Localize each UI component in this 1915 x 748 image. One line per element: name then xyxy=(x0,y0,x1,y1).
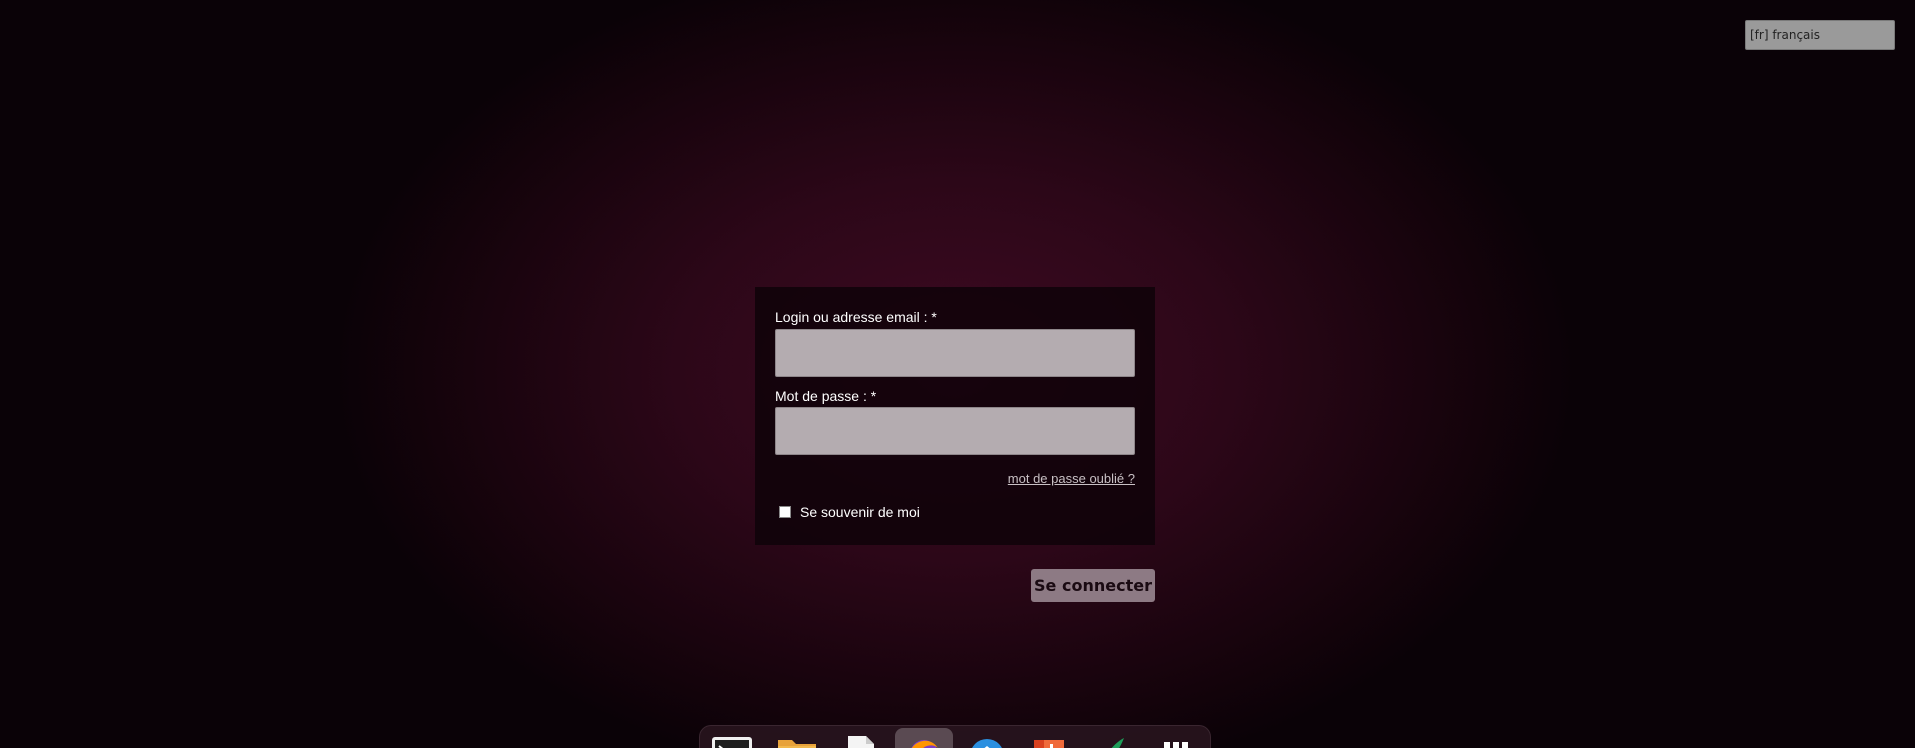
app-grid-icon[interactable] xyxy=(1156,734,1196,748)
remember-me-row[interactable]: Se souvenir de moi xyxy=(779,504,920,520)
taskbar-dock xyxy=(699,725,1211,748)
forgot-password-link[interactable]: mot de passe oublié ? xyxy=(1008,471,1135,486)
quill-icon[interactable] xyxy=(1092,734,1132,748)
thunderbird-icon[interactable] xyxy=(965,734,1009,748)
login-submit-button[interactable]: Se connecter xyxy=(1031,569,1155,602)
remember-me-label[interactable]: Se souvenir de moi xyxy=(800,504,920,520)
password-input[interactable] xyxy=(775,407,1135,455)
document-icon[interactable] xyxy=(840,734,880,748)
firefox-icon[interactable] xyxy=(904,734,944,748)
login-panel: Login ou adresse email : * Mot de passe … xyxy=(755,287,1155,545)
terminal-icon[interactable] xyxy=(710,734,754,748)
office-icon[interactable] xyxy=(1028,734,1072,748)
login-email-input[interactable] xyxy=(775,329,1135,377)
folder-icon[interactable] xyxy=(775,734,819,748)
remember-me-checkbox[interactable] xyxy=(779,506,791,518)
login-label: Login ou adresse email : * xyxy=(775,309,937,325)
language-select[interactable]: [fr] français xyxy=(1745,20,1895,50)
password-label: Mot de passe : * xyxy=(775,388,877,404)
